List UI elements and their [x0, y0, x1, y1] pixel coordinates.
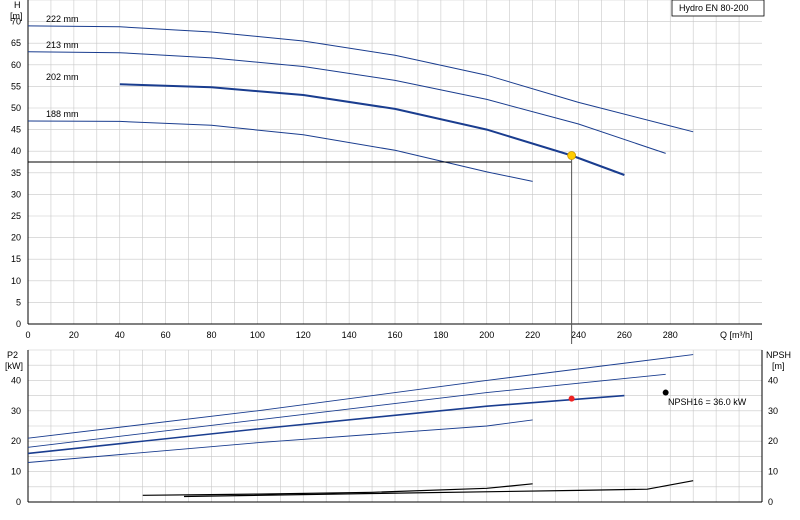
top-x-tick-label: 60: [161, 330, 171, 340]
bottom-point-marker: [662, 389, 669, 396]
top-y-tick-label: 10: [11, 276, 21, 286]
top-x-tick-label: 100: [250, 330, 265, 340]
top-y-tick-label: 65: [11, 38, 21, 48]
bottom-point-marker: [568, 395, 575, 402]
bottom-right-axis-unit: [m]: [772, 361, 785, 371]
top-y-tick-label: 15: [11, 254, 21, 264]
bottom-left-y-tick-label: 0: [16, 497, 21, 507]
bottom-left-y-tick-label: 40: [11, 375, 21, 385]
top-x-tick-label: 0: [25, 330, 30, 340]
power-curve: [27, 354, 694, 439]
duty-point-marker: [567, 151, 577, 160]
bottom-right-y-tick-label: 40: [768, 375, 778, 385]
bottom-left-y-tick-label: 10: [11, 467, 21, 477]
curve-label: 213 mm: [46, 40, 79, 50]
top-y-tick-label: 35: [11, 168, 21, 178]
bottom-right-y-tick-label: 0: [768, 497, 773, 507]
bottom-left-y-tick-label: 20: [11, 436, 21, 446]
top-x-tick-label: 20: [69, 330, 79, 340]
pump-curve-chart: 0 20 40 60 80 100 120 140 160 180 200 220 240 260 2800…: [5, 0, 791, 507]
top-y-axis-label: H: [14, 0, 21, 10]
top-axes: 0 20 40 60 80 100 120 140 160 180 200 220 240 260 280 0…: [11, 0, 762, 340]
curve-label: 222 mm: [46, 14, 79, 24]
bottom-right-y-tick-label: 30: [768, 406, 778, 416]
bottom-right-y-tick-label: 10: [768, 467, 778, 477]
bottom-grid: [28, 349, 762, 502]
top-x-tick-label: 80: [206, 330, 216, 340]
top-x-tick-label: 120: [296, 330, 311, 340]
curve-label: 202 mm: [46, 72, 79, 82]
top-x-tick-label: 40: [115, 330, 125, 340]
top-y-tick-label: 55: [11, 81, 21, 91]
top-y-tick-label: 30: [11, 189, 21, 199]
bottom-series: [27, 354, 694, 498]
top-x-tick-label: 200: [479, 330, 494, 340]
top-y-axis-unit: [m]: [10, 11, 23, 21]
top-y-tick-label: 0: [16, 319, 21, 329]
top-x-axis-label: Q [m³/h]: [720, 330, 753, 340]
top-y-tick-label: 45: [11, 125, 21, 135]
curve-label: 188 mm: [46, 109, 79, 119]
top-y-tick-label: 50: [11, 103, 21, 113]
bottom-axes: 0 0 10 10 20 20 30 30 40 40: [11, 350, 778, 507]
top-y-tick-label: 40: [11, 146, 21, 156]
bottom-right-axis-label: NPSH: [766, 350, 791, 360]
npsh-annotation: NPSH16 = 36.0 kW: [668, 397, 747, 407]
top-x-tick-label: 160: [387, 330, 402, 340]
head-curve-222-mm: [27, 25, 694, 133]
chart-title: Hydro EN 80-200: [679, 3, 749, 13]
top-x-tick-label: 140: [342, 330, 357, 340]
bottom-left-y-tick-label: 30: [11, 406, 21, 416]
top-y-tick-label: 20: [11, 233, 21, 243]
bottom-right-y-tick-label: 20: [768, 436, 778, 446]
top-y-tick-label: 60: [11, 60, 21, 70]
top-x-tick-label: 260: [617, 330, 632, 340]
top-x-tick-label: 180: [433, 330, 448, 340]
bottom-left-axis-label: P2: [7, 350, 18, 360]
top-x-tick-label: 240: [571, 330, 586, 340]
top-y-tick-label: 25: [11, 211, 21, 221]
top-y-tick-label: 5: [16, 297, 21, 307]
top-x-tick-label: 220: [525, 330, 540, 340]
top-x-tick-label: 280: [663, 330, 678, 340]
top-series: 222 mm 213 mm 202 mm 188 mm: [27, 14, 694, 344]
bottom-left-axis-unit: [kW]: [5, 361, 23, 371]
